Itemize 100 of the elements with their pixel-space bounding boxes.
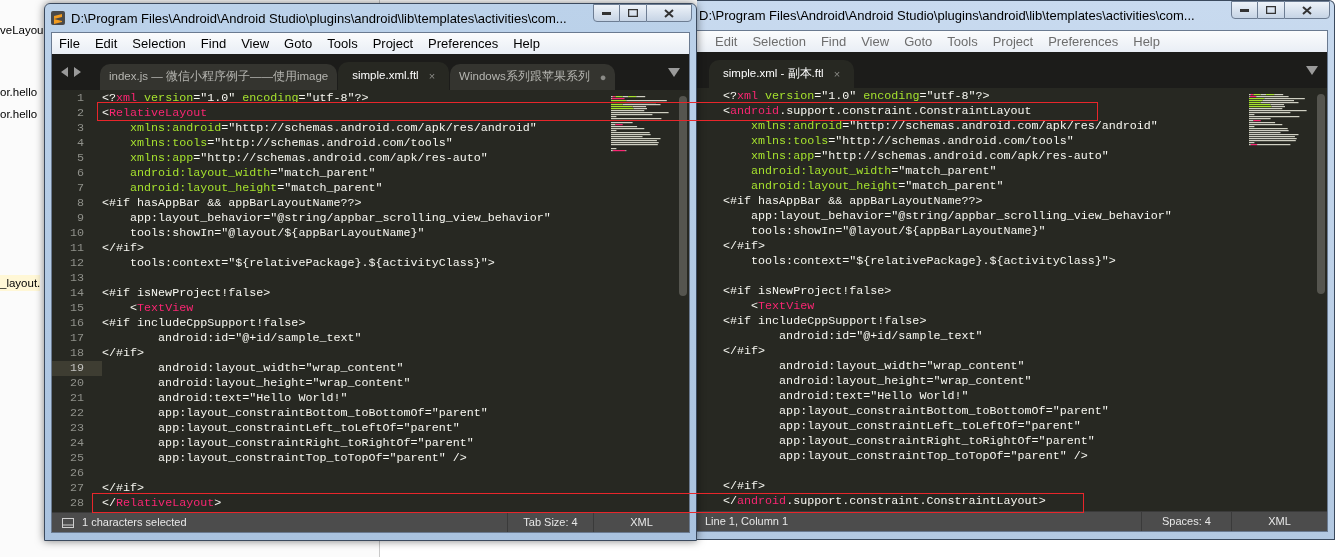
menu-item[interactable]: Find <box>200 33 227 54</box>
tab-close[interactable]: × <box>833 65 841 83</box>
line-number: 8 <box>76 196 85 211</box>
code-line: android:layout_height="wrap_content" <box>157 376 411 390</box>
maximize-button[interactable] <box>1258 1 1284 19</box>
code-line: <#if isNewProject!false> <box>723 284 892 298</box>
menu-item[interactable]: View <box>861 31 890 52</box>
close-button[interactable] <box>1284 1 1330 19</box>
code-line: tools:showIn="@layout/${appBarLayoutName}" <box>129 226 425 240</box>
line-number: 26 <box>68 466 85 481</box>
tab-label: simple.xml.ftl <box>352 68 419 84</box>
code-line: </#if> <box>723 344 766 358</box>
dropdown-icon[interactable] <box>1306 66 1318 75</box>
indentation-setting[interactable]: Spaces: 4 <box>1141 512 1231 531</box>
menu-item[interactable]: Help <box>513 33 540 54</box>
menu-item[interactable]: Project <box>992 31 1034 52</box>
menu-item[interactable]: Tools <box>327 33 358 54</box>
tab[interactable]: index.js — 微信小程序例子——使用image <box>100 64 338 90</box>
line-number: 27 <box>68 481 85 496</box>
line-number: 16 <box>68 316 85 331</box>
code-line: <#if includeCppSupport!false> <box>723 314 927 328</box>
line-number: 17 <box>68 331 85 346</box>
restore-icon <box>628 9 638 17</box>
code-line: </#if> <box>102 346 145 360</box>
line-number: 10 <box>68 226 85 241</box>
code-line: android:text="Hello World!" <box>157 391 348 405</box>
restore-icon <box>1266 6 1276 14</box>
code-line: xmlns:android="http://schemas.android.com/apk/res/android" <box>129 121 537 135</box>
line-number: 11 <box>68 241 85 256</box>
code-line: app:layout_constraintLeft_toLeftOf="parent" <box>778 419 1081 433</box>
code-line: app:layout_behavior="@string/appbar_scrolling_view_behavior" <box>129 211 551 225</box>
line-number: 28 <box>68 496 85 511</box>
code-line: </#if> <box>723 239 766 253</box>
line-number: 5 <box>76 151 85 166</box>
code-line: xmlns:app="http://schemas.android.com/apk/res-auto" <box>750 149 1109 163</box>
close-icon <box>1302 5 1312 15</box>
code-line: app:layout_behavior="@string/appbar_scrolling_view_behavior" <box>750 209 1172 223</box>
line-number: 4 <box>76 136 85 151</box>
code-line: tools:context="${relativePackage}.${activityClass}"> <box>129 256 495 270</box>
line-number: 25 <box>68 451 85 466</box>
code-line: xmlns:tools="http://schemas.android.com/tools" <box>129 136 453 150</box>
menu-item[interactable]: Tools <box>947 31 978 52</box>
code-line: android:layout_height="match_parent" <box>750 179 1004 193</box>
line-number: 3 <box>76 121 85 136</box>
menu-item[interactable]: Edit <box>715 31 738 52</box>
code-line: <#if hasAppBar && appBarLayoutName??> <box>102 196 362 210</box>
menu-item[interactable]: Project <box>372 33 414 54</box>
code-line: xmlns:tools="http://schemas.android.com/tools" <box>750 134 1074 148</box>
line-number: 21 <box>68 391 85 406</box>
minimize-button[interactable] <box>1231 1 1258 19</box>
minimize-button[interactable] <box>593 4 620 22</box>
code-line: xmlns:app="http://schemas.android.com/apk/res-auto" <box>129 151 488 165</box>
window-title: D:\Program Files\Android\Android Studio\plugins\android\lib\templates\activities\com... <box>698 7 1196 25</box>
line-number: 14 <box>68 286 85 301</box>
code-line: <android.support.constraint.ConstraintLayout <box>723 104 1032 118</box>
line-number: 23 <box>68 421 85 436</box>
tab[interactable]: simple.xml.ftl × <box>338 62 450 90</box>
tab-label: simple.xml - 副本.ftl <box>723 66 824 82</box>
line-number: 20 <box>68 376 85 391</box>
menu-item[interactable]: Selection <box>132 33 186 54</box>
close-icon <box>664 8 674 18</box>
menu-item[interactable]: Goto <box>904 31 933 52</box>
code-line: <?xml version="1.0" encoding="utf-8"?> <box>102 91 369 105</box>
status-message: 1 characters selected <box>82 515 188 531</box>
menu-item[interactable]: Help <box>1133 31 1160 52</box>
close-button[interactable] <box>646 4 692 22</box>
code-line: </#if> <box>102 241 145 255</box>
menu-item[interactable]: File <box>59 33 80 54</box>
syntax-setting[interactable]: XML <box>1231 512 1327 531</box>
menu-item[interactable]: Find <box>820 31 847 52</box>
line-number: 24 <box>68 436 85 451</box>
code-line: tools:context="${relativePackage}.${activityClass}"> <box>750 254 1116 268</box>
tab-navigation-icon[interactable] <box>61 67 83 77</box>
syntax-setting[interactable]: XML <box>593 513 689 532</box>
tab-close[interactable]: × <box>428 67 436 85</box>
code-line: android:id="@+id/sample_text" <box>157 331 362 345</box>
panel-icon[interactable] <box>62 517 74 528</box>
code-line: </#if> <box>102 481 145 495</box>
menu-item[interactable]: Preferences <box>428 33 499 54</box>
indentation-setting[interactable]: Tab Size: 4 <box>507 513 593 532</box>
menu-item[interactable]: View <box>241 33 270 54</box>
code-line: app:layout_constraintTop_toTopOf="parent" /> <box>778 449 1088 463</box>
menu-item[interactable]: Preferences <box>1048 31 1119 52</box>
tab[interactable]: simple.xml - 副本.ftl × <box>709 60 855 88</box>
menu-item[interactable]: Goto <box>284 33 313 54</box>
code-line: android:layout_width="match_parent" <box>750 164 997 178</box>
background-text: veLayou <box>0 23 44 38</box>
background-text: _layout. <box>0 275 41 291</box>
menu-item[interactable]: Selection <box>752 31 806 52</box>
dropdown-icon[interactable] <box>668 68 680 77</box>
tab[interactable]: Windows系列跟苹果系列 ● <box>450 64 616 90</box>
app-icon <box>51 11 65 25</box>
menu-item[interactable]: Edit <box>94 33 118 54</box>
scrollbar[interactable] <box>1317 94 1325 294</box>
background-text: or.hello <box>0 85 38 100</box>
code-line: app:layout_constraintRight_toRightOf="parent" <box>778 434 1095 448</box>
scrollbar[interactable] <box>679 96 687 296</box>
maximize-button[interactable] <box>620 4 646 22</box>
code-line: android:text="Hello World!" <box>778 389 969 403</box>
tab-close[interactable]: ● <box>599 68 607 86</box>
